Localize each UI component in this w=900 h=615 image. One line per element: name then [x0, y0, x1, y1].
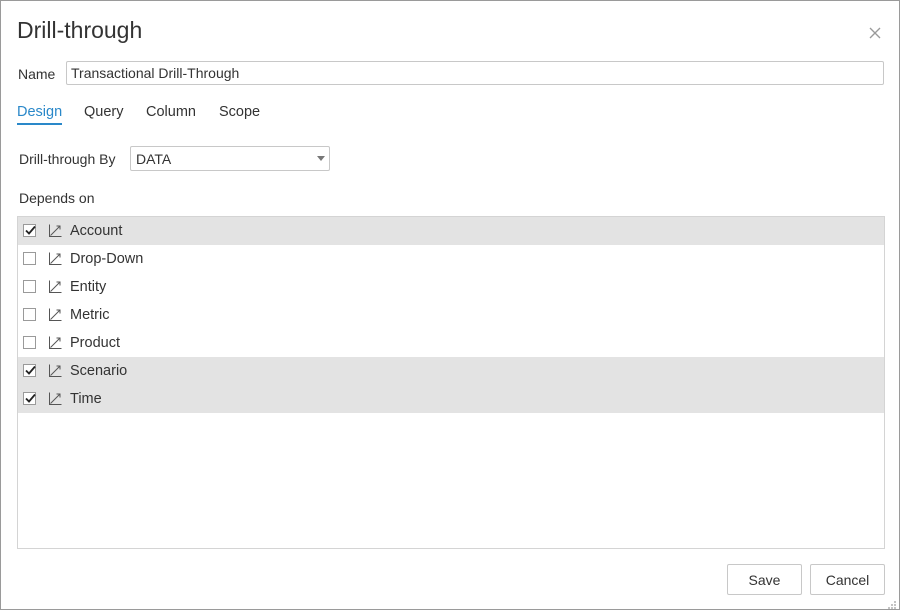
name-input[interactable] — [66, 61, 884, 85]
list-item-label: Account — [70, 223, 123, 239]
list-item[interactable]: Scenario — [18, 357, 884, 385]
list-item-label: Metric — [70, 307, 110, 323]
dimension-icon — [48, 391, 63, 406]
resize-grip-icon[interactable] — [887, 597, 897, 609]
checkbox[interactable] — [23, 364, 36, 377]
checkbox[interactable] — [23, 308, 36, 321]
tab-column[interactable]: Column — [146, 104, 196, 123]
drill-through-by-select[interactable]: DATA — [130, 146, 330, 171]
save-button[interactable]: Save — [727, 564, 802, 595]
list-item[interactable]: Product — [18, 329, 884, 357]
drill-through-dialog: Drill-through Name Design Query Column S… — [0, 0, 900, 610]
drill-through-by-value: DATA — [136, 151, 172, 167]
dimension-icon — [48, 307, 63, 322]
chevron-down-icon — [317, 156, 325, 161]
cancel-button[interactable]: Cancel — [810, 564, 885, 595]
dimension-icon — [48, 279, 63, 294]
dimension-icon — [48, 335, 63, 350]
checkbox[interactable] — [23, 224, 36, 237]
list-item-label: Time — [70, 391, 102, 407]
dialog-title: Drill-through — [17, 17, 143, 43]
list-item[interactable]: Time — [18, 385, 884, 413]
list-item-label: Product — [70, 335, 120, 351]
list-item-label: Entity — [70, 279, 107, 295]
checkbox[interactable] — [23, 280, 36, 293]
list-item-label: Scenario — [70, 363, 128, 379]
checkbox[interactable] — [23, 336, 36, 349]
drill-through-by-label: Drill-through By — [19, 151, 116, 167]
dimension-icon — [48, 223, 63, 238]
name-label: Name — [18, 66, 56, 82]
dimension-icon — [48, 363, 63, 378]
checkbox[interactable] — [23, 392, 36, 405]
list-item[interactable]: Entity — [18, 273, 884, 301]
list-item-label: Drop-Down — [70, 251, 144, 267]
checkbox[interactable] — [23, 252, 36, 265]
depends-on-label: Depends on — [19, 190, 95, 206]
tab-design[interactable]: Design — [17, 104, 63, 125]
list-item[interactable]: Account — [18, 217, 884, 245]
tab-query[interactable]: Query — [84, 104, 124, 123]
list-item[interactable]: Drop-Down — [18, 245, 884, 273]
tab-scope[interactable]: Scope — [219, 104, 260, 123]
list-item[interactable]: Metric — [18, 301, 884, 329]
dimension-icon — [48, 251, 63, 266]
close-icon[interactable] — [865, 23, 885, 43]
depends-on-list: Account Drop-Down Entity Metric Product … — [17, 216, 885, 549]
